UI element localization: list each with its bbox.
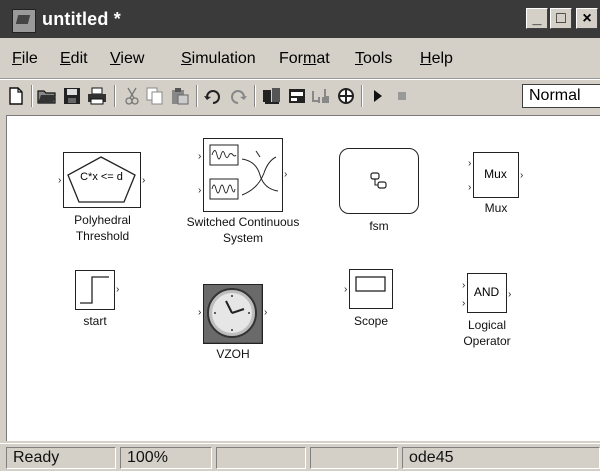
- menu-simulation[interactable]: Simulation: [181, 50, 256, 68]
- logical-caption-1: Logical: [467, 318, 507, 332]
- logical-input-2-arrow: ›: [462, 298, 466, 309]
- state-chart-icon: [370, 172, 387, 189]
- menu-view[interactable]: View: [110, 50, 144, 68]
- simulink-app-icon[interactable]: [12, 9, 36, 33]
- library-browser-icon[interactable]: [262, 86, 282, 106]
- status-empty-2: [310, 447, 398, 469]
- paste-icon[interactable]: [170, 86, 190, 106]
- clock-icon: [204, 285, 261, 342]
- model-canvas[interactable]: › C*x <= d › Polyhedral Threshold › › ›: [6, 115, 600, 441]
- switched-caption-2: System: [222, 231, 263, 245]
- vzoh-caption: VZOH: [216, 347, 250, 361]
- switched-caption-1: Switched Continuous: [186, 215, 300, 229]
- toolbar-separator: [114, 85, 116, 107]
- stop-simulation-icon[interactable]: [392, 86, 412, 106]
- input-port-arrow: ›: [58, 175, 62, 186]
- status-bar: Ready 100% ode45: [0, 443, 600, 471]
- status-empty-1: [216, 447, 306, 469]
- polyhedral-caption-1: Polyhedral: [74, 213, 131, 227]
- stateflow-icon[interactable]: [336, 86, 356, 106]
- menu-tools[interactable]: Tools: [355, 50, 392, 68]
- scope-input-arrow: ›: [344, 284, 348, 295]
- mux-input-1-arrow: ›: [468, 158, 472, 169]
- output-port-arrow: ›: [142, 175, 146, 186]
- status-solver: ode45: [402, 447, 600, 469]
- scope-block[interactable]: [349, 269, 393, 309]
- toolbar-separator: [31, 85, 33, 107]
- redo-icon[interactable]: [228, 86, 248, 106]
- mux-label: Mux: [484, 167, 507, 181]
- menu-edit[interactable]: Edit: [60, 50, 88, 68]
- logical-caption-2: Operator: [463, 334, 511, 348]
- copy-icon[interactable]: [145, 86, 165, 106]
- start-output-arrow: ›: [116, 284, 120, 295]
- status-ready: Ready: [6, 447, 116, 469]
- fsm-chart-block[interactable]: [339, 148, 419, 214]
- simulation-mode-select[interactable]: Normal: [522, 84, 600, 108]
- toolbar-separator: [254, 85, 256, 107]
- polyhedral-threshold-block[interactable]: C*x <= d: [63, 152, 141, 208]
- start-caption: start: [83, 314, 107, 328]
- title-bar[interactable]: untitled * _ □ ×: [0, 0, 600, 38]
- print-icon[interactable]: [87, 86, 107, 106]
- switched-continuous-system-block[interactable]: [203, 138, 283, 212]
- maximize-button[interactable]: □: [550, 8, 572, 29]
- logical-input-1-arrow: ›: [462, 280, 466, 291]
- step-signal-icon: [80, 276, 109, 304]
- mux-block[interactable]: Mux: [473, 152, 519, 198]
- logical-operator-label: AND: [473, 285, 500, 299]
- debugger-icon[interactable]: [311, 86, 331, 106]
- mux-input-2-arrow: ›: [468, 182, 472, 193]
- scope-screen-icon: [355, 276, 386, 292]
- model-explorer-icon[interactable]: [287, 86, 307, 106]
- new-model-icon[interactable]: [6, 86, 26, 106]
- logical-output-arrow: ›: [508, 289, 512, 300]
- scope-caption: Scope: [353, 314, 389, 328]
- logical-operator-block[interactable]: AND: [467, 273, 507, 313]
- toolbar: Normal: [0, 80, 600, 113]
- start-simulation-icon[interactable]: [368, 86, 388, 106]
- cut-icon[interactable]: [122, 86, 142, 106]
- window-title: untitled *: [42, 9, 121, 29]
- mux-output-arrow: ›: [520, 170, 524, 181]
- toolbar-separator: [196, 85, 198, 107]
- close-button[interactable]: ×: [576, 8, 598, 29]
- start-step-block[interactable]: [75, 270, 115, 310]
- menu-help[interactable]: Help: [420, 50, 453, 68]
- open-folder-icon[interactable]: [37, 86, 57, 106]
- vzoh-input-arrow: ›: [198, 307, 202, 318]
- menu-file[interactable]: File: [12, 50, 38, 68]
- vzoh-output-arrow: ›: [264, 307, 268, 318]
- minimize-button[interactable]: _: [526, 8, 548, 29]
- menu-bar: File Edit View Simulation Format Tools H…: [0, 41, 600, 79]
- polyhedral-caption-2: Threshold: [75, 229, 130, 243]
- fsm-caption: fsm: [369, 219, 389, 233]
- toolbar-separator: [361, 85, 363, 107]
- status-zoom: 100%: [120, 447, 212, 469]
- mux-caption: Mux: [484, 201, 508, 215]
- menu-format[interactable]: Format: [279, 50, 330, 68]
- vzoh-block[interactable]: [203, 284, 263, 344]
- save-icon[interactable]: [62, 86, 82, 106]
- undo-icon[interactable]: [203, 86, 223, 106]
- switched-input-2-arrow: ›: [198, 185, 202, 196]
- polyhedral-expression: C*x <= d: [80, 171, 123, 183]
- switched-input-1-arrow: ›: [198, 151, 202, 162]
- switched-output-arrow: ›: [284, 169, 288, 180]
- simulink-window: untitled * _ □ × File Edit View Simulati…: [0, 0, 600, 471]
- switched-system-icon: [209, 144, 279, 200]
